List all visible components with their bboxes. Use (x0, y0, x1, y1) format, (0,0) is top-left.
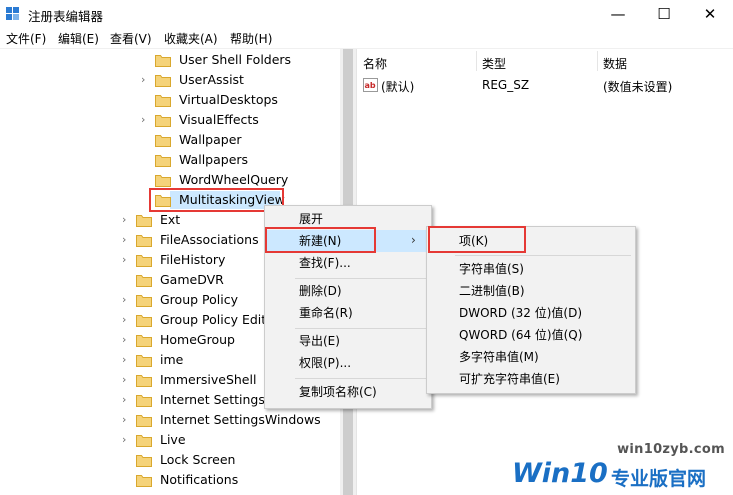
folder-icon (155, 53, 171, 67)
string-value-icon: ab (363, 78, 378, 92)
folder-icon (136, 213, 152, 227)
folder-icon (155, 93, 171, 107)
column-separator[interactable] (476, 51, 477, 71)
expand-chevron-icon[interactable]: › (122, 290, 132, 310)
folder-icon (136, 413, 152, 427)
tree-item-label: User Shell Folders (179, 52, 292, 67)
menu-bar: 文件(F) 编辑(E) 查看(V) 收藏夹(A) 帮助(H) (0, 28, 733, 48)
tree-item-label: Ext (160, 212, 181, 227)
tree-item-label: GameDVR (160, 272, 224, 287)
expand-chevron-icon[interactable]: › (141, 70, 151, 90)
column-header-data[interactable]: 数据 (603, 55, 627, 72)
expand-chevron-icon[interactable]: › (122, 370, 132, 390)
tree-item-label: Lock Screen (160, 452, 236, 467)
column-header-type[interactable]: 类型 (482, 55, 506, 72)
annotation-box-new (265, 227, 376, 253)
expand-chevron-icon[interactable]: › (141, 110, 151, 130)
watermark-text: 专业版官网 (611, 468, 707, 490)
tree-item-label: Internet Settings (160, 392, 265, 407)
tree-item-label: UserAssist (179, 72, 244, 87)
window-title: 注册表编辑器 (28, 9, 104, 24)
menu-file[interactable]: 文件(F) (6, 30, 46, 47)
title-bar: 注册表编辑器 — ☐ ✕ (0, 0, 733, 28)
value-name[interactable]: (默认) (381, 78, 414, 95)
tree-item-label: Wallpaper (179, 132, 242, 147)
tree-item-label: Wallpapers (179, 152, 249, 167)
folder-icon (136, 353, 152, 367)
submenu-arrow-icon: › (411, 233, 416, 247)
folder-icon (155, 153, 171, 167)
submenu-dword-value[interactable]: DWORD (32 位)值(D) (427, 302, 635, 324)
folder-icon (136, 313, 152, 327)
submenu-multi-string-value[interactable]: 多字符串值(M) (427, 346, 635, 368)
tree-item-label: WordWheelQuery (179, 172, 289, 187)
folder-icon (136, 233, 152, 247)
folder-icon (155, 173, 171, 187)
context-menu-rename[interactable]: 重命名(R) (265, 302, 431, 324)
tree-item-label: ime (160, 352, 184, 367)
tree-item-label: Notifications (160, 472, 239, 487)
menu-edit[interactable]: 编辑(E) (58, 30, 99, 47)
expand-chevron-icon[interactable]: › (122, 230, 132, 250)
expand-chevron-icon[interactable]: › (122, 330, 132, 350)
column-header-name[interactable]: 名称 (363, 55, 387, 72)
regedit-app-icon (6, 7, 19, 20)
folder-icon (136, 393, 152, 407)
context-menu-copy-key-name[interactable]: 复制项名称(C) (265, 381, 431, 403)
watermark-url: win10zyb.com (617, 442, 725, 457)
context-menu-separator (295, 278, 427, 279)
submenu-qword-value[interactable]: QWORD (64 位)值(Q) (427, 324, 635, 346)
submenu-expandable-string-value[interactable]: 可扩充字符串值(E) (427, 368, 635, 390)
context-menu-permissions[interactable]: 权限(P)... (265, 352, 431, 374)
folder-icon (136, 333, 152, 347)
submenu-separator (455, 255, 631, 256)
context-menu-export[interactable]: 导出(E) (265, 330, 431, 352)
close-button[interactable]: ✕ (687, 0, 733, 28)
menu-view[interactable]: 查看(V) (110, 30, 152, 47)
expand-chevron-icon[interactable]: › (122, 390, 132, 410)
tree-item-label: Group Policy Edito (160, 312, 274, 327)
folder-icon (136, 273, 152, 287)
menu-favorites[interactable]: 收藏夹(A) (164, 30, 218, 47)
context-menu-find[interactable]: 查找(F)... (265, 252, 431, 274)
tree-item-label: Group Policy (160, 292, 238, 307)
value-data: (数值未设置) (603, 80, 673, 94)
tree-item-label: VisualEffects (179, 112, 259, 127)
tree-item-label: FileHistory (160, 252, 226, 267)
menu-help[interactable]: 帮助(H) (230, 30, 272, 47)
tree-item-label: Live (160, 432, 186, 447)
expand-chevron-icon[interactable]: › (122, 350, 132, 370)
expand-chevron-icon[interactable]: › (122, 210, 132, 230)
tree-item-label: HomeGroup (160, 332, 235, 347)
tree-item-label: FileAssociations (160, 232, 259, 247)
folder-icon (155, 113, 171, 127)
expand-chevron-icon[interactable]: › (122, 410, 132, 430)
context-menu-delete[interactable]: 删除(D) (265, 280, 431, 302)
expand-chevron-icon[interactable]: › (122, 250, 132, 270)
context-menu-separator (295, 328, 427, 329)
submenu-binary-value[interactable]: 二进制值(B) (427, 280, 635, 302)
tree-item-label: ImmersiveShell (160, 372, 257, 387)
context-menu-separator (295, 378, 427, 379)
tree-item-label: VirtualDesktops (179, 92, 278, 107)
folder-icon (155, 73, 171, 87)
folder-icon (136, 293, 152, 307)
expand-chevron-icon[interactable]: › (122, 430, 132, 450)
svg-text:ab: ab (365, 81, 376, 90)
minimize-button[interactable]: — (595, 0, 641, 28)
tree-item-label: Internet SettingsWindows (160, 412, 321, 427)
folder-icon (136, 373, 152, 387)
annotation-box-key (428, 226, 526, 253)
folder-icon (136, 453, 152, 467)
submenu-string-value[interactable]: 字符串值(S) (427, 258, 635, 280)
folder-icon (136, 253, 152, 267)
folder-icon (136, 433, 152, 447)
expand-chevron-icon[interactable]: › (122, 310, 132, 330)
maximize-button[interactable]: ☐ (641, 0, 687, 28)
folder-icon (136, 473, 152, 487)
watermark-logo: Win10 (512, 458, 608, 489)
folder-icon (155, 133, 171, 147)
column-separator[interactable] (597, 51, 598, 71)
value-type: REG_SZ (482, 78, 530, 92)
